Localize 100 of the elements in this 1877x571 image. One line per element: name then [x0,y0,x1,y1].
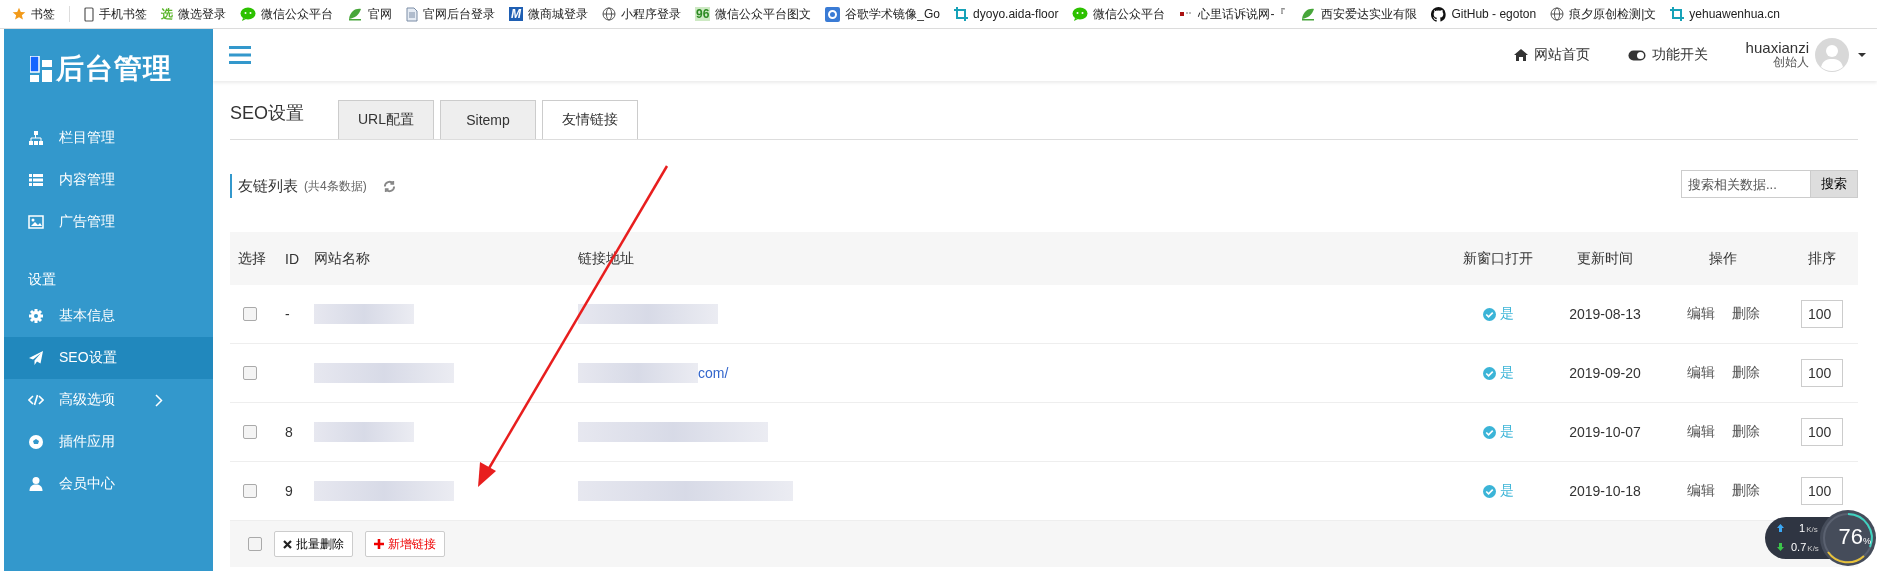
chat-icon [1072,7,1089,21]
list-title: 友链列表 [238,176,298,196]
bookmark-link[interactable]: 微信公众平台 [261,5,333,23]
bookmark-link[interactable]: 微商城登录 [528,5,588,23]
bookmark-link[interactable]: 西安爱达实业有限 [1321,5,1418,23]
bookmark-link[interactable]: yehuawenhua.cn [1689,7,1781,21]
list-icon [28,172,44,188]
sort-field[interactable]: 100 [1801,477,1843,505]
caret-icon[interactable] [1857,52,1867,58]
download-speed: 0.7 [1791,541,1807,553]
table-cell: - [285,306,290,322]
link-text[interactable]: com/ [698,365,729,381]
bookmark-link[interactable]: 手机书签 [99,5,147,23]
bookmark-link[interactable]: 官网 [368,5,392,23]
close-icon [283,539,292,549]
usage-gauge [1819,509,1877,567]
column-header: 排序 [1807,249,1837,268]
toolbar-button[interactable]: 批量删除 [274,531,353,557]
favicon-icon: M [509,7,523,21]
bookmark-link[interactable]: GitHub - egoton [1451,7,1537,21]
favicon-icon: 选 [161,7,173,21]
delete-link[interactable]: 删除 [1731,364,1760,382]
sort-field[interactable]: 100 [1801,418,1843,446]
refresh-icon[interactable] [382,179,396,193]
tab[interactable]: URL配置 [338,100,434,139]
user-name: huaxianzi [1745,41,1809,55]
table-cell-text: 2019-10-18 [1568,483,1642,499]
table-cell: 是 [1499,305,1514,323]
leaf-icon [347,7,363,21]
sort-field[interactable]: 100 [1801,359,1843,387]
sitemap-icon [28,130,44,146]
document-icon [406,6,418,22]
header-link[interactable]: 网站首页 [1513,46,1590,64]
bookmark-link[interactable]: 官网后台登录 [423,5,495,23]
checkbox[interactable] [243,307,257,321]
toolbar-button[interactable]: 新增链接 [365,531,445,557]
bookmark-link[interactable]: 心里话诉说网-『 [1198,5,1287,23]
search-field[interactable]: 搜索相关数据... [1681,170,1811,198]
table-cell: 9 [285,483,293,499]
up-arrow-icon [1777,524,1784,532]
image-icon [28,214,44,230]
sidebar-item[interactable]: SEO设置 [4,337,213,379]
sort-field[interactable]: 100 [1801,300,1843,328]
check-circle-icon [1482,366,1496,380]
page-title: SEO设置 [230,102,304,125]
code-icon [28,392,44,408]
sidebar-label: 广告管理 [59,213,115,231]
tab[interactable]: 友情链接 [542,100,638,139]
tab[interactable]: Sitemp [440,100,536,139]
github-icon [1431,6,1447,22]
check-circle-icon [1482,307,1496,321]
record-count: (共4条数据) [304,177,367,195]
speed-unit: K/s [1806,525,1818,534]
menu-icon[interactable] [229,46,251,64]
sidebar-label: 内容管理 [59,171,115,189]
bookmark-link[interactable]: 微信公众平台 [1093,5,1166,23]
user-icon [28,476,44,492]
bookmark-link[interactable]: 小程序登录 [621,5,681,23]
checkbox[interactable] [243,366,257,380]
chat-icon [240,7,256,21]
bookmark-link[interactable]: 谷歌学术镜像_Go [845,5,941,23]
table-cell-text: 2019-10-07 [1568,424,1642,440]
avatar-icon[interactable] [1815,38,1849,72]
down-arrow-icon [1777,543,1784,551]
checkbox[interactable] [243,425,257,439]
home-icon [1513,49,1528,61]
crop-icon [954,7,969,21]
upload-speed: 1 [1799,522,1806,534]
bookmark-link[interactable]: dyoyo.aida-floor [973,7,1059,21]
table-cell-text: 2019-08-13 [1568,306,1642,322]
favicon-icon: 96 [695,7,711,21]
football-icon [28,434,44,450]
table-cell: 8 [285,424,293,440]
sidebar-heading: 设置 [27,270,57,289]
logo-text: 后台管理 [56,52,172,86]
check-circle-icon [1482,484,1496,498]
leaf-icon [1300,7,1317,21]
delete-link[interactable]: 删除 [1731,305,1760,323]
bookmark-link[interactable]: 微选登录 [178,5,226,23]
globe-icon [602,7,616,21]
star-icon [12,7,26,21]
header-link[interactable]: 功能开关 [1627,46,1708,64]
edit-link[interactable]: 编辑 [1686,423,1715,441]
globe-icon [1550,7,1565,21]
bookmark-link[interactable]: 痕夕原创检测|文 [1569,5,1657,23]
checkbox[interactable] [243,484,257,498]
bookmark-link[interactable]: 书签 [31,5,55,23]
app-icon [825,6,841,22]
table-cell-text: 2019-09-20 [1568,365,1642,381]
bookmark-link[interactable]: 微信公众平台图文 [715,5,812,23]
edit-link[interactable]: 编辑 [1686,364,1715,382]
delete-link[interactable]: 删除 [1731,423,1760,441]
checkbox[interactable] [248,537,262,551]
table-cell: 是 [1499,364,1514,382]
column-header: 操作 [1708,249,1738,268]
edit-link[interactable]: 编辑 [1686,305,1715,323]
edit-link[interactable]: 编辑 [1686,482,1715,500]
column-header: ID [284,250,300,267]
search-button[interactable]: 搜索 [1811,170,1858,198]
delete-link[interactable]: 删除 [1731,482,1760,500]
